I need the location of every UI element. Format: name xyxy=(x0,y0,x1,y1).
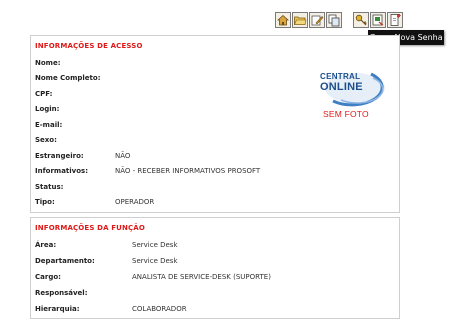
field-value-cargo: ANALISTA DE SERVICE-DESK (SUPORTE) xyxy=(132,273,271,281)
copy-button[interactable] xyxy=(326,12,342,28)
home-icon xyxy=(276,14,290,26)
toolbar xyxy=(0,12,452,32)
open-button[interactable] xyxy=(292,12,308,28)
generate-password-button[interactable] xyxy=(370,12,386,28)
field-label-nome: Nome: xyxy=(35,59,61,67)
logo-line2: ONLINE xyxy=(320,81,363,93)
refresh-password-icon xyxy=(372,14,384,26)
logo-line1: CENTRAL xyxy=(320,72,361,81)
function-info-title: INFORMAÇÕES DA FUNÇÃO xyxy=(35,224,145,232)
field-label-cargo: Cargo: xyxy=(35,273,61,281)
field-label-informativos: Informativos: xyxy=(35,167,88,175)
field-value-area: Service Desk xyxy=(132,241,178,249)
field-label-cpf: CPF: xyxy=(35,90,53,98)
folder-open-icon xyxy=(294,16,307,25)
field-label-sexo: Sexo: xyxy=(35,136,57,144)
field-value-departamento: Service Desk xyxy=(132,257,178,265)
field-label-responsavel: Responsável: xyxy=(35,289,88,297)
access-info-panel: INFORMAÇÕES DE ACESSO Nome: Nome Complet… xyxy=(30,35,400,213)
edit-icon xyxy=(311,15,324,26)
field-label-tipo: Tipo: xyxy=(35,198,55,206)
field-label-departamento: Departamento: xyxy=(35,257,95,265)
home-button[interactable] xyxy=(275,12,291,28)
field-value-informativos: NÃO - RECEBER INFORMATIVOS PROSOFT xyxy=(115,167,261,175)
field-value-hierarquia: COLABORADOR xyxy=(132,305,187,313)
field-value-tipo: OPERADOR xyxy=(115,198,155,206)
access-info-title: INFORMAÇÕES DE ACESSO xyxy=(35,42,143,50)
field-label-area: Área: xyxy=(35,241,57,249)
document-edit-icon xyxy=(390,13,401,26)
field-label-nome-completo: Nome Completo: xyxy=(35,74,101,82)
key-icon xyxy=(355,14,367,26)
field-value-estrangeiro: NÃO xyxy=(115,152,131,160)
field-label-hierarquia: Hierarquia: xyxy=(35,305,80,313)
field-label-email: E-mail: xyxy=(35,121,63,129)
field-label-login: Login: xyxy=(35,105,60,113)
permissions-button[interactable] xyxy=(353,12,369,28)
copy-icon xyxy=(328,14,340,27)
field-label-estrangeiro: Estrangeiro: xyxy=(35,152,84,160)
edit-button[interactable] xyxy=(309,12,325,28)
field-label-status: Status: xyxy=(35,183,64,191)
document-edit-button[interactable] xyxy=(387,12,403,28)
function-info-panel: INFORMAÇÕES DA FUNÇÃO Área: Service Desk… xyxy=(30,217,400,319)
photo-placeholder: SEM FOTO xyxy=(323,109,369,119)
